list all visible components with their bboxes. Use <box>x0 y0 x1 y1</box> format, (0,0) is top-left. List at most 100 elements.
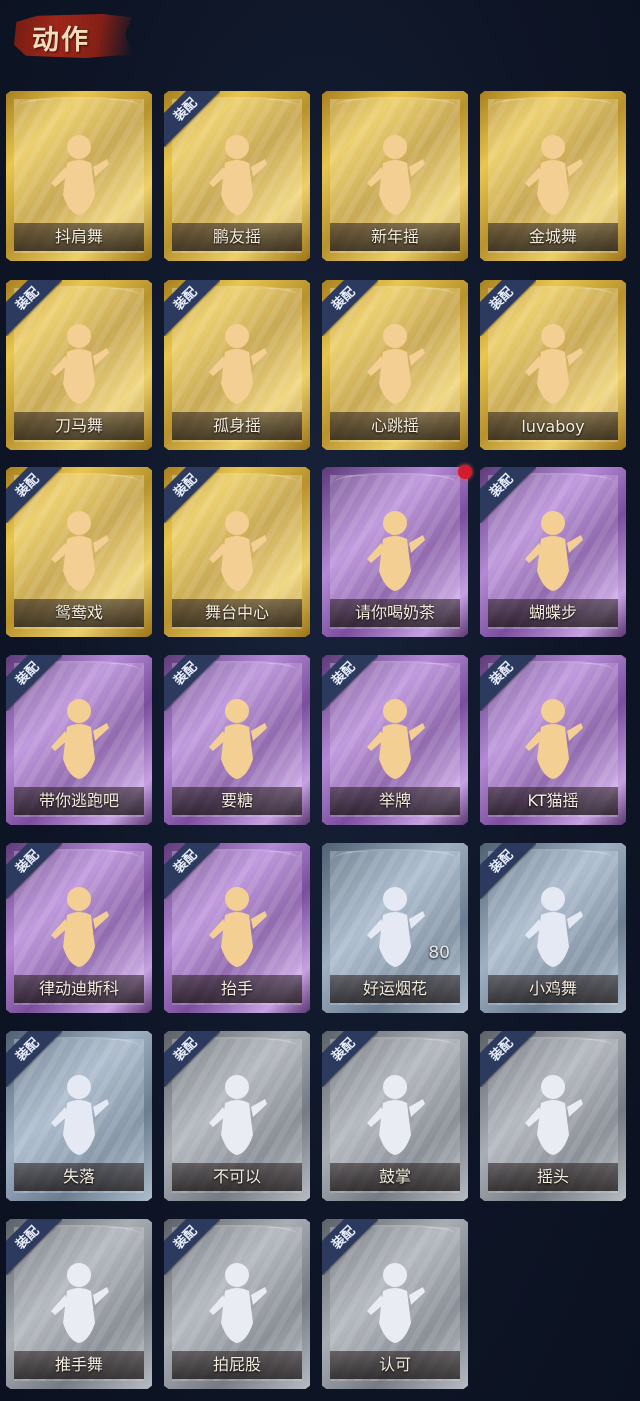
action-card[interactable]: 要糖 装配 <box>164 655 310 825</box>
equipped-label: 装配 <box>487 284 517 314</box>
action-card[interactable]: 认可 装配 <box>322 1219 468 1389</box>
action-card[interactable]: 抖肩舞 <box>6 91 152 261</box>
action-name: 鸳鸯戏 <box>54 603 103 622</box>
action-name: 孤身摇 <box>212 416 261 435</box>
equipped-label: 装配 <box>329 1035 359 1065</box>
action-name: 鹏友摇 <box>212 227 261 246</box>
equipped-label: 装配 <box>171 471 201 501</box>
equipped-label: 装配 <box>171 659 201 689</box>
section-header: 动作 <box>14 14 132 58</box>
action-name: 鼓掌 <box>378 1167 411 1186</box>
equipped-label: 装配 <box>13 471 43 501</box>
action-name: 新年摇 <box>370 227 419 246</box>
action-card[interactable]: 刀马舞 装配 <box>6 280 152 450</box>
equipped-badge: 装配 <box>480 655 536 711</box>
equipped-badge: 装配 <box>6 655 62 711</box>
equipped-badge: 装配 <box>322 655 378 711</box>
dancer-shrug-icon <box>49 133 109 223</box>
equipped-badge: 装配 <box>164 1219 220 1275</box>
card-ornament <box>334 849 456 873</box>
equipped-badge: 装配 <box>322 1031 378 1087</box>
action-name: 小鸡舞 <box>528 979 577 998</box>
action-card[interactable]: 心跳摇 装配 <box>322 280 468 450</box>
equipped-label: 装配 <box>13 1035 43 1065</box>
action-card[interactable]: 鸳鸯戏 装配 <box>6 467 152 637</box>
equipped-badge: 装配 <box>322 1219 378 1275</box>
equipped-label: 装配 <box>13 659 43 689</box>
action-card[interactable]: 失落 装配 <box>6 1031 152 1201</box>
equipped-label: 装配 <box>329 284 359 314</box>
action-card[interactable]: 律动迪斯科 装配 <box>6 843 152 1013</box>
action-name: 认可 <box>378 1355 411 1374</box>
equipped-badge: 装配 <box>6 1031 62 1087</box>
equipped-badge: 装配 <box>322 280 378 336</box>
equipped-label: 装配 <box>171 1223 201 1253</box>
equipped-label: 装配 <box>487 1035 517 1065</box>
equipped-badge: 装配 <box>480 1031 536 1087</box>
action-card[interactable]: 孤身摇 装配 <box>164 280 310 450</box>
equipped-badge: 装配 <box>164 280 220 336</box>
action-name: 抖肩舞 <box>54 227 103 246</box>
action-name: 拍屁股 <box>212 1355 261 1374</box>
action-name: 失落 <box>62 1167 95 1186</box>
equipped-label: 装配 <box>171 95 201 125</box>
equipped-badge: 装配 <box>480 280 536 336</box>
dancer-sparkle-icon <box>523 133 583 223</box>
action-name: 请你喝奶茶 <box>354 603 435 622</box>
equipped-badge: 装配 <box>6 1219 62 1275</box>
equipped-badge: 装配 <box>6 280 62 336</box>
action-name: 抬手 <box>220 979 253 998</box>
milk-tea-icon <box>365 509 425 599</box>
action-card[interactable]: 好运烟花 80 <box>322 843 468 1013</box>
action-name: 蝴蝶步 <box>528 603 577 622</box>
action-name: 心跳摇 <box>370 416 419 435</box>
dancer-music-icon <box>365 133 425 223</box>
equipped-badge: 装配 <box>6 467 62 523</box>
item-count: 80 <box>428 943 450 963</box>
equipped-label: 装配 <box>171 284 201 314</box>
action-name: KT猫摇 <box>527 791 579 810</box>
equipped-badge: 装配 <box>164 843 220 899</box>
action-card[interactable]: 抬手 装配 <box>164 843 310 1013</box>
action-name: 好运烟花 <box>362 979 427 998</box>
action-card[interactable]: KT猫摇 装配 <box>480 655 626 825</box>
card-ornament <box>334 473 456 497</box>
action-name: 舞台中心 <box>204 603 269 622</box>
equipped-label: 装配 <box>487 847 517 877</box>
action-card[interactable]: 不可以 装配 <box>164 1031 310 1201</box>
action-card[interactable]: 新年摇 <box>322 91 468 261</box>
equipped-badge: 装配 <box>164 467 220 523</box>
action-card[interactable]: luvaboy 装配 <box>480 280 626 450</box>
equipped-label: 装配 <box>171 847 201 877</box>
new-notification-dot <box>458 465 472 479</box>
action-card[interactable]: 举牌 装配 <box>322 655 468 825</box>
equipped-label: 装配 <box>329 659 359 689</box>
equipped-badge: 装配 <box>164 655 220 711</box>
action-name: 摇头 <box>536 1167 569 1186</box>
equipped-badge: 装配 <box>6 843 62 899</box>
action-card[interactable]: 蝴蝶步 装配 <box>480 467 626 637</box>
equipped-badge: 装配 <box>164 1031 220 1087</box>
action-card[interactable]: 小鸡舞 装配 <box>480 843 626 1013</box>
action-name: 要糖 <box>220 791 253 810</box>
card-ornament <box>492 97 614 121</box>
action-card[interactable]: 带你逃跑吧 装配 <box>6 655 152 825</box>
card-ornament <box>18 97 140 121</box>
action-card[interactable]: 请你喝奶茶 <box>322 465 472 637</box>
equipped-label: 装配 <box>487 471 517 501</box>
action-card[interactable]: 舞台中心 装配 <box>164 467 310 637</box>
action-card[interactable]: 鼓掌 装配 <box>322 1031 468 1201</box>
equipped-label: 装配 <box>487 659 517 689</box>
equipped-label: 装配 <box>329 1223 359 1253</box>
action-name: 金城舞 <box>528 227 577 246</box>
equipped-badge: 装配 <box>164 91 220 147</box>
action-card[interactable]: 金城舞 <box>480 91 626 261</box>
action-name: 律动迪斯科 <box>38 979 119 998</box>
equipped-badge: 装配 <box>480 843 536 899</box>
action-card[interactable]: 鹏友摇 装配 <box>164 91 310 261</box>
action-card[interactable]: 拍屁股 装配 <box>164 1219 310 1389</box>
section-title: 动作 <box>32 25 90 56</box>
action-card[interactable]: 推手舞 装配 <box>6 1219 152 1389</box>
action-card[interactable]: 摇头 装配 <box>480 1031 626 1201</box>
action-name: 不可以 <box>212 1167 261 1186</box>
